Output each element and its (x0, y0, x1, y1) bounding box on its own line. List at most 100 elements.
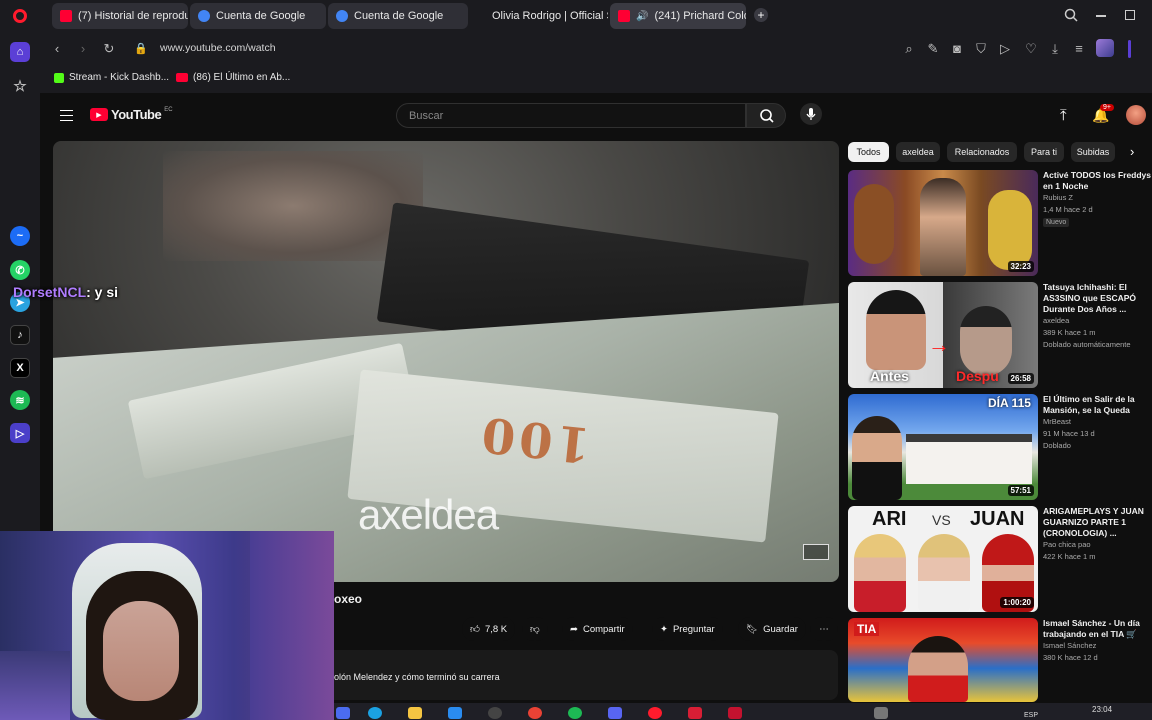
tiktok-icon[interactable]: ♪ (10, 325, 30, 345)
edit-icon[interactable]: ✎ (924, 40, 942, 58)
discord-icon[interactable] (608, 707, 622, 719)
video-thumbnail[interactable]: TIA (848, 618, 1038, 702)
recommendation-card[interactable]: DÍA 115 57:51 El Último en Salir de la M… (848, 394, 1152, 502)
camera-icon[interactable]: ◙ (948, 40, 966, 58)
like-button[interactable]: 👍︎ 7,8 K (462, 617, 516, 641)
video-thumbnail[interactable]: 32:23 (848, 170, 1038, 276)
taskbar-app-icon[interactable] (336, 707, 350, 719)
channel-watermark: axeldea (358, 491, 499, 538)
store-icon[interactable] (448, 707, 462, 719)
share-button[interactable]: ➦ Compartir (562, 617, 633, 641)
tab-4[interactable]: Olivia Rodrigo | Official Sit (484, 3, 608, 29)
sidebar-toggle-icon[interactable] (1128, 40, 1131, 58)
chip-uploads[interactable]: Subidas (1071, 142, 1115, 162)
obs-icon[interactable] (488, 707, 502, 719)
video-title[interactable]: Tatsuya Ichihashi: El AS3SINO que ESCAPÓ… (1043, 282, 1152, 315)
file-explorer-icon[interactable] (408, 707, 422, 719)
forward-icon[interactable]: › (74, 40, 92, 58)
video-title[interactable]: Ismael Sánchez - Un día trabajando en el… (1043, 618, 1152, 640)
tray-app-icon[interactable] (874, 707, 888, 719)
video-stats: 422 K hace 1 m (1043, 552, 1096, 561)
opera-gx-icon[interactable] (688, 707, 702, 719)
thumb-label-vs: VS (932, 512, 951, 528)
description-box[interactable]: olón Melendez y cómo terminó su carrera (334, 650, 838, 700)
player-icon[interactable]: ▷ (10, 423, 30, 443)
account-avatar[interactable] (1126, 105, 1146, 125)
download-icon[interactable]: ⤓ (1046, 40, 1064, 58)
search-input[interactable]: Buscar (396, 103, 746, 128)
home-icon[interactable]: ⌂ (10, 42, 30, 62)
tab-3[interactable]: Cuenta de Google (328, 3, 468, 29)
channel-name[interactable]: MrBeast (1043, 416, 1152, 428)
video-title[interactable]: El Último en Salir de la Mansión, se la … (1043, 394, 1152, 416)
edge-icon[interactable] (368, 707, 382, 719)
video-thumbnail[interactable]: → Antes Despu 26:58 (848, 282, 1038, 388)
language-indicator[interactable]: ESP (1024, 712, 1038, 719)
back-icon[interactable]: ‹ (48, 40, 66, 58)
clock[interactable]: 23:04 (1092, 705, 1112, 714)
youtube-logo[interactable]: ▶ YouTube EC (90, 107, 173, 122)
profile-avatar[interactable] (1096, 39, 1114, 57)
chip-axeldea[interactable]: axeldea (896, 142, 940, 162)
save-button[interactable]: 🔖︎ Guardar (738, 617, 806, 641)
video-title[interactable]: ARIGAMEPLAYS Y JUAN GUARNIZO PARTE 1 (CR… (1043, 506, 1152, 539)
tab-3-label: Cuenta de Google (354, 10, 444, 22)
video-player[interactable]: 100 axeldea (53, 141, 839, 582)
url-field[interactable]: www.youtube.com/watch (160, 42, 276, 54)
chip-related[interactable]: Relacionados (947, 142, 1017, 162)
bookmarks-bar: Stream - Kick Dashb... (86) El Último en… (40, 66, 1152, 93)
shield-icon[interactable]: ⛉ (972, 40, 990, 58)
video-thumbnail[interactable]: DÍA 115 57:51 (848, 394, 1038, 500)
search-tabs-icon[interactable] (1064, 8, 1078, 22)
channel-name[interactable]: Rubius Z (1043, 192, 1152, 204)
recommendation-card[interactable]: → Antes Despu 26:58 Tatsuya Ichihashi: E… (848, 282, 1152, 390)
voice-search-button[interactable] (800, 103, 822, 125)
chip-all[interactable]: Todos (848, 142, 889, 162)
bookmark-youtube[interactable]: (86) El Último en Ab... (176, 72, 290, 83)
new-tab-button[interactable]: + (754, 8, 768, 22)
search-button[interactable] (746, 103, 786, 128)
recommendation-card[interactable]: 32:23 Activé TODOS los Freddys en 1 Noch… (848, 170, 1152, 278)
tab-5[interactable]: 🔊 (241) Prichard Colón: E (610, 3, 746, 29)
reload-icon[interactable]: ↻ (100, 40, 118, 58)
thumb-day-tag: DÍA 115 (988, 396, 1031, 410)
opera-logo-icon[interactable] (13, 9, 27, 23)
video-thumbnail[interactable]: ARI VS JUAN 1:00:20 (848, 506, 1038, 612)
x-icon[interactable]: X (10, 358, 30, 378)
tab-2[interactable]: Cuenta de Google (190, 3, 326, 29)
star-icon[interactable]: ☆ (10, 76, 30, 96)
address-bar-row: ‹ › ↻ 🔒 www.youtube.com/watch ⌕ ✎ ◙ ⛉ ▷ … (40, 32, 1152, 66)
spotify-icon[interactable] (568, 707, 582, 719)
channel-name[interactable]: Pao chica pao (1043, 539, 1152, 551)
dislike-button[interactable]: 👎︎ (522, 617, 548, 641)
whatsapp-icon[interactable]: ✆ (10, 260, 30, 280)
channel-name[interactable]: axeldea (1043, 315, 1152, 327)
menu-icon[interactable]: ≡ (1070, 40, 1088, 58)
thumb-label-left: Antes (870, 368, 909, 384)
messenger-icon[interactable]: ~ (10, 226, 30, 246)
app-icon[interactable] (728, 707, 742, 719)
person-center (918, 534, 970, 612)
ask-button[interactable]: ✦ Preguntar (652, 617, 723, 641)
recommendation-card[interactable]: ARI VS JUAN 1:00:20 ARIGAMEPLAYS Y JUAN … (848, 506, 1152, 614)
tab-1[interactable]: (7) Historial de reproducci (52, 3, 188, 29)
recommendation-card[interactable]: TIA Ismael Sánchez - Un día trabajando e… (848, 618, 1152, 702)
spotify-icon[interactable]: ≋ (10, 390, 30, 410)
chrome-icon[interactable] (528, 707, 542, 719)
send-icon[interactable]: ▷ (996, 40, 1014, 58)
search-page-icon[interactable]: ⌕ (900, 40, 918, 58)
minimize-button[interactable] (1096, 15, 1106, 17)
create-upload-icon[interactable]: ⤒ (1060, 107, 1067, 124)
hamburger-menu-icon[interactable] (60, 110, 73, 121)
opera-icon[interactable] (648, 707, 662, 719)
video-title[interactable]: Activé TODOS los Freddys en 1 Noche (1043, 170, 1152, 192)
maximize-button[interactable] (1125, 10, 1135, 20)
heart-icon[interactable]: ♡ (1022, 40, 1040, 58)
search-icon (760, 109, 774, 123)
chip-for-you[interactable]: Para ti (1024, 142, 1064, 162)
tab-2-label: Cuenta de Google (216, 10, 306, 22)
more-actions-button[interactable]: ⋯ (810, 617, 838, 641)
bookmark-kick[interactable]: Stream - Kick Dashb... (54, 72, 169, 83)
chevron-right-icon[interactable]: › (1130, 144, 1134, 159)
channel-name[interactable]: Ismael Sánchez (1043, 640, 1152, 652)
